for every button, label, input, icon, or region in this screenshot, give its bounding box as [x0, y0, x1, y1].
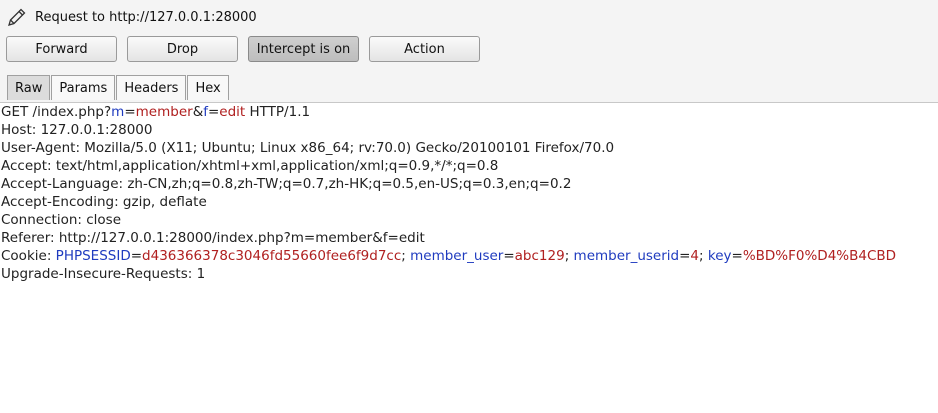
- header-connection: Connection: close: [1, 212, 121, 228]
- cookie-equals: =: [130, 248, 143, 264]
- cookie-value: 4: [690, 248, 700, 264]
- header-user-agent: User-Agent: Mozilla/5.0 (X11; Ubuntu; Li…: [1, 140, 615, 156]
- window-title: Request to http://127.0.0.1:28000: [35, 9, 257, 25]
- cookie-separator: ;: [401, 248, 411, 264]
- pencil-icon: [8, 8, 26, 26]
- header-cookie: Cookie: PHPSESSID=d436366378c3046fd55660…: [0, 247, 938, 265]
- cookie-equals: =: [679, 248, 691, 264]
- top-bar: Request to http://127.0.0.1:28000 Forwar…: [0, 0, 938, 103]
- cookie-value: %BD%F0%D4%B4CBD: [742, 248, 897, 264]
- forward-button[interactable]: Forward: [6, 36, 117, 62]
- title-row: Request to http://127.0.0.1:28000: [6, 6, 257, 28]
- cookie-equals: =: [503, 248, 515, 264]
- cookie-value: d436366378c3046fd55660fee6f9d7cc: [142, 248, 402, 264]
- cookie-name: key: [707, 248, 732, 264]
- cookie-name: member_user: [410, 248, 504, 264]
- request-line-suffix: HTTP/1.1: [245, 104, 311, 120]
- request-line-prefix: GET /index.php?: [1, 104, 112, 120]
- cookie-name: member_userid: [573, 248, 680, 264]
- cookie-value: abc129: [514, 248, 565, 264]
- intercept-toggle-button[interactable]: Intercept is on: [248, 36, 359, 62]
- header-upgrade-insecure-requests: Upgrade-Insecure-Requests: 1: [1, 266, 206, 282]
- tab-bar: Raw Params Headers Hex: [7, 75, 230, 100]
- cookie-name: PHPSESSID: [55, 248, 131, 264]
- param-name: m: [111, 104, 125, 120]
- tab-hex[interactable]: Hex: [187, 75, 229, 100]
- param-equals: =: [124, 104, 136, 120]
- tab-headers[interactable]: Headers: [116, 75, 187, 100]
- param-value: member: [135, 104, 193, 120]
- param-value: edit: [219, 104, 246, 120]
- request-line: GET /index.php?m=member&f=edit HTTP/1.1: [0, 103, 938, 121]
- header-host: Host: 127.0.0.1:28000: [1, 122, 153, 138]
- action-button[interactable]: Action: [369, 36, 480, 62]
- cookie-separator: ;: [564, 248, 574, 264]
- header-accept: Accept: text/html,application/xhtml+xml,…: [1, 158, 499, 174]
- cookie-separator: ;: [699, 248, 708, 264]
- header-accept-encoding: Accept-Encoding: gzip, deflate: [1, 194, 207, 210]
- param-separator: &: [192, 104, 204, 120]
- toolbar: Forward Drop Intercept is on Action: [6, 36, 490, 62]
- cookie-equals: =: [731, 248, 743, 264]
- header-accept-language: Accept-Language: zh-CN,zh;q=0.8,zh-TW;q=…: [1, 176, 572, 192]
- tab-raw[interactable]: Raw: [7, 75, 51, 100]
- tab-params[interactable]: Params: [51, 75, 116, 100]
- drop-button[interactable]: Drop: [127, 36, 238, 62]
- request-editor[interactable]: GET /index.php?m=member&f=edit HTTP/1.1 …: [0, 103, 938, 413]
- param-equals: =: [207, 104, 220, 120]
- cookie-prefix: Cookie:: [1, 248, 56, 264]
- header-referer: Referer: http://127.0.0.1:28000/index.ph…: [1, 230, 425, 246]
